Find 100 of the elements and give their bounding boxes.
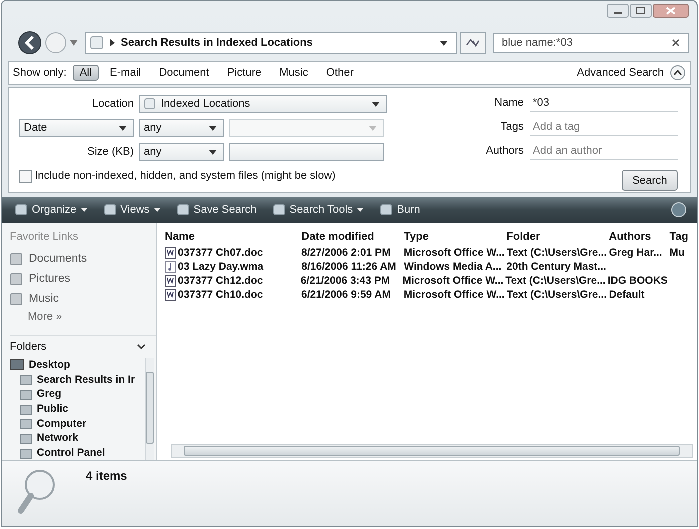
- folder-icon: [20, 374, 32, 386]
- table-cell: Microsoft Office W...: [402, 275, 504, 287]
- table-cell: Microsoft Office W...: [404, 247, 505, 259]
- favorite-link[interactable]: Documents: [10, 249, 156, 269]
- toolbar-icon: [15, 204, 28, 216]
- column-header[interactable]: Date modified: [300, 231, 402, 243]
- table-cell: IDG BOOKS: [608, 275, 668, 287]
- filter-tab[interactable]: Other: [319, 65, 361, 81]
- date-range-dropdown[interactable]: any: [139, 119, 224, 137]
- chevron-icon[interactable]: [137, 344, 146, 350]
- filter-tab[interactable]: All: [72, 65, 100, 81]
- folders-heading: Folders: [10, 341, 47, 353]
- maximize-icon[interactable]: [630, 4, 652, 18]
- horizontal-scrollbar[interactable]: [171, 444, 693, 458]
- size-dropdown[interactable]: any: [139, 143, 224, 161]
- dropdown-caret-icon: [209, 150, 217, 154]
- more-link[interactable]: More »: [28, 311, 156, 329]
- toolbar-button[interactable]: Burn: [377, 202, 424, 218]
- dropdown-caret-icon[interactable]: [440, 40, 448, 46]
- back-icon[interactable]: [18, 31, 42, 55]
- address-path[interactable]: Search Results in Indexed Locations: [121, 37, 313, 49]
- advanced-search-toggle[interactable]: Advanced Search: [575, 67, 666, 79]
- desktop-icon: [10, 359, 24, 370]
- close-icon[interactable]: [653, 4, 689, 18]
- clear-icon[interactable]: [672, 39, 680, 47]
- toolbar-button[interactable]: Save Search: [174, 202, 260, 218]
- filter-tab[interactable]: Picture: [220, 65, 269, 81]
- column-header[interactable]: Tag: [668, 231, 697, 243]
- breadcrumb-arrow-icon: [110, 39, 115, 47]
- dropdown-caret-icon: [154, 208, 161, 212]
- dropdown-caret-icon: [357, 208, 364, 212]
- authors-label: Authors: [485, 145, 524, 157]
- document-icon: [165, 275, 176, 287]
- table-cell: 037377 Ch12.doc: [178, 275, 264, 287]
- tree-item[interactable]: Greg: [10, 387, 145, 402]
- toolbar-button[interactable]: Organize: [12, 202, 91, 218]
- folder-icon: [20, 404, 32, 415]
- filter-tab[interactable]: Music: [272, 65, 316, 81]
- favorite-links-heading: Favorite Links: [10, 231, 80, 243]
- table-cell: 037377 Ch07.doc: [178, 247, 264, 259]
- table-cell: 03 Lazy Day.wma: [178, 261, 264, 273]
- table-cell: Text (C:\Users\Gre...: [506, 247, 607, 259]
- table-cell: 8/27/2006 2:01 PM: [302, 247, 391, 259]
- refresh-button[interactable]: [460, 32, 486, 54]
- tree-item[interactable]: Computer: [10, 416, 145, 431]
- dropdown-caret-icon: [119, 126, 127, 130]
- size-input[interactable]: [229, 143, 384, 161]
- tree-item[interactable]: Network: [10, 432, 145, 446]
- favorite-link[interactable]: Pictures: [10, 269, 156, 289]
- search-button[interactable]: Search: [622, 170, 678, 191]
- column-header[interactable]: Type: [402, 231, 505, 243]
- dropdown-caret-icon: [369, 126, 377, 130]
- address-bar[interactable]: Search Results in Indexed Locations: [85, 32, 457, 54]
- tree-item[interactable]: Public: [10, 402, 145, 416]
- search-field[interactable]: blue name:*03: [493, 33, 689, 53]
- size-label: Size (KB): [86, 146, 134, 158]
- folder-icon: [10, 292, 23, 306]
- toolbar-icon: [104, 204, 117, 216]
- table-cell: 037377 Ch10.doc: [178, 289, 264, 301]
- table-cell: 8/16/2006 11:26 AM: [302, 261, 396, 273]
- favorite-link[interactable]: Music: [10, 289, 156, 309]
- folder-icon: [10, 272, 23, 286]
- column-header[interactable]: Authors: [607, 231, 668, 243]
- include-files-label: Include non-indexed, hidden, and system files (might be slow): [35, 170, 336, 182]
- include-checkbox[interactable]: [19, 170, 32, 182]
- toolbar-button[interactable]: Views: [100, 202, 164, 218]
- table-cell: Windows Media A...: [404, 261, 502, 273]
- location-label: Location: [91, 98, 134, 110]
- date-dropdown[interactable]: Date: [19, 119, 134, 137]
- dropdown-caret-icon: [372, 102, 380, 106]
- history-caret-icon[interactable]: [70, 40, 78, 46]
- table-cell: 6/21/2006 9:59 AM: [302, 289, 392, 301]
- location-dropdown[interactable]: Indexed Locations: [139, 95, 387, 113]
- folder-icon: [10, 252, 23, 266]
- column-header[interactable]: Name: [163, 231, 300, 243]
- vertical-scrollbar[interactable]: [145, 358, 154, 460]
- table-cell: 6/21/2006 3:43 PM: [300, 275, 390, 287]
- tags-label: Tags: [500, 121, 524, 133]
- tree-item[interactable]: Search Results in Ir: [10, 372, 145, 386]
- dropdown-caret-icon: [209, 126, 217, 130]
- refresh-icon: [466, 37, 480, 49]
- table-cell: 20th Century Mast...: [506, 261, 606, 273]
- tree-item[interactable]: Control Panel: [10, 446, 145, 460]
- table-cell: Text (C:\Users\Gre...: [506, 275, 606, 287]
- dropdown-caret-icon: [80, 208, 88, 212]
- toolbar-icon: [272, 204, 286, 216]
- table-cell: Default: [609, 289, 645, 301]
- toolbar-button[interactable]: Search Tools: [270, 202, 368, 218]
- folder-icon: [20, 418, 32, 430]
- filter-tab[interactable]: E-mail: [103, 65, 148, 81]
- column-header[interactable]: Folder: [504, 231, 608, 243]
- document-icon: [165, 289, 176, 301]
- music-file-icon: [165, 261, 176, 273]
- folder-icon: [20, 388, 32, 400]
- tree-item[interactable]: Desktop: [10, 358, 145, 372]
- minimize-icon[interactable]: [607, 4, 629, 18]
- toolbar-icon: [176, 204, 190, 216]
- filter-tab[interactable]: Document: [152, 65, 216, 81]
- collapse-chevron-icon[interactable]: [670, 65, 686, 81]
- item-count: 4 items: [86, 469, 128, 483]
